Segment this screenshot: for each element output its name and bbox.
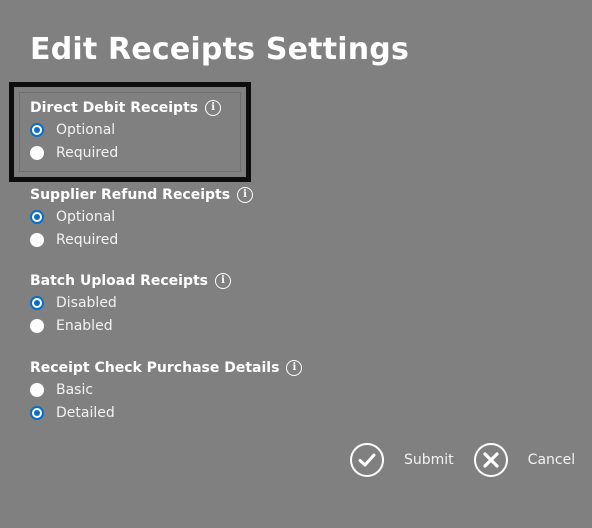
option-label: Optional — [56, 208, 116, 225]
group-label: Supplier Refund Receipts i — [30, 185, 254, 205]
direct-debit-receipts-group: Direct Debit Receipts i Optional Require… — [30, 98, 222, 164]
info-icon[interactable]: i — [286, 360, 303, 376]
batch-upload-enabled-option[interactable]: Enabled — [30, 314, 231, 337]
group-label: Direct Debit Receipts i — [30, 98, 222, 118]
option-label: Basic — [56, 381, 94, 398]
submit-label: Submit — [404, 452, 454, 468]
option-label: Optional — [56, 121, 116, 138]
purchase-details-basic-option[interactable]: Basic — [30, 378, 302, 401]
radio-button[interactable] — [30, 382, 44, 397]
radio-button[interactable] — [30, 318, 44, 333]
group-label: Batch Upload Receipts i — [30, 271, 232, 291]
option-label: Enabled — [56, 317, 113, 334]
info-icon[interactable]: i — [205, 100, 222, 116]
direct-debit-optional-option[interactable]: Optional — [30, 118, 221, 141]
close-icon[interactable] — [473, 443, 508, 477]
direct-debit-required-option[interactable]: Required — [30, 141, 221, 164]
direct-debit-receipts-label: Direct Debit Receipts — [30, 100, 199, 116]
receipt-check-purchase-details-label: Receipt Check Purchase Details — [30, 360, 280, 376]
info-icon[interactable]: i — [237, 187, 254, 203]
radio-button[interactable] — [30, 145, 44, 160]
radio-button-selected[interactable] — [30, 295, 44, 310]
supplier-refund-receipts-group: Supplier Refund Receipts i Optional Requ… — [30, 185, 254, 251]
supplier-refund-optional-option[interactable]: Optional — [30, 205, 253, 228]
radio-button[interactable] — [30, 232, 44, 247]
group-label: Receipt Check Purchase Details i — [30, 358, 303, 378]
option-label: Detailed — [56, 404, 115, 421]
info-icon[interactable]: i — [215, 273, 232, 289]
purchase-details-detailed-option[interactable]: Detailed — [30, 401, 302, 424]
batch-upload-receipts-group: Batch Upload Receipts i Disabled Enabled — [30, 271, 232, 337]
checkmark-icon[interactable] — [350, 443, 384, 477]
radio-button-selected[interactable] — [30, 405, 44, 420]
dialog-actions: Submit Cancel — [350, 443, 575, 477]
supplier-refund-required-option[interactable]: Required — [30, 228, 253, 251]
cancel-label: Cancel — [527, 452, 576, 468]
option-label: Required — [56, 144, 119, 161]
radio-button-selected[interactable] — [30, 209, 44, 224]
batch-upload-receipts-label: Batch Upload Receipts — [30, 273, 209, 289]
cancel-button[interactable]: Cancel — [473, 443, 576, 477]
option-label: Required — [56, 231, 119, 248]
page-title: Edit Receipts Settings — [30, 32, 410, 67]
option-label: Disabled — [56, 294, 117, 311]
supplier-refund-receipts-label: Supplier Refund Receipts — [30, 187, 231, 203]
batch-upload-disabled-option[interactable]: Disabled — [30, 291, 231, 314]
radio-button-selected[interactable] — [30, 122, 44, 137]
receipt-check-purchase-details-group: Receipt Check Purchase Details i Basic D… — [30, 358, 303, 424]
submit-button[interactable]: Submit — [350, 443, 454, 477]
